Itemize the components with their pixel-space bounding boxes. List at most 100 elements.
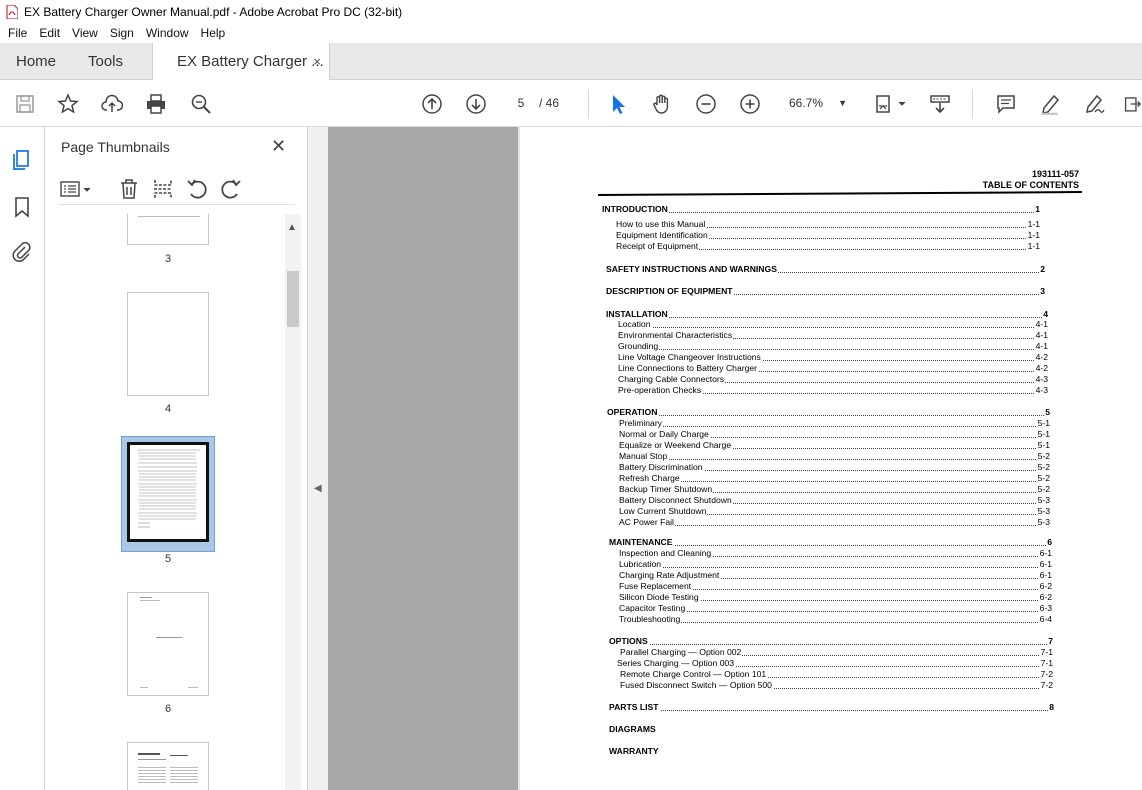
- toc-dot-leader: [609, 545, 1052, 546]
- toc-entry: Environmental Characteristics 4-1: [618, 330, 1048, 341]
- zoom-out-icon[interactable]: [693, 91, 719, 117]
- thumbnail-scrollbar[interactable]: ▲: [285, 214, 301, 790]
- close-tab-icon[interactable]: ×: [313, 54, 321, 69]
- zoom-in-icon[interactable]: [737, 91, 763, 117]
- rotate-counterclockwise-icon[interactable]: [185, 177, 209, 201]
- toc-entry: Lubrication 6-1: [619, 559, 1052, 570]
- prev-page-icon[interactable]: [419, 91, 445, 117]
- export-icon[interactable]: [1123, 91, 1142, 117]
- close-panel-icon[interactable]: ✕: [271, 136, 286, 157]
- thumbnail-toolbar: [59, 177, 295, 205]
- toc-entry-title: Battery Disconnect Shutdown: [619, 495, 733, 505]
- toc-page-number: 8: [1048, 702, 1054, 713]
- toc-entry: Remote Charge Control — Option 101 7-2: [620, 669, 1053, 680]
- page-thumbnail-3[interactable]: [127, 214, 209, 245]
- toc-entry-title: PARTS LIST: [609, 702, 660, 712]
- toc-entry-title: WARRANTY: [609, 746, 660, 756]
- upload-cloud-icon[interactable]: [99, 91, 125, 117]
- bookmarks-icon[interactable]: [10, 195, 34, 219]
- toc-entry-title: Preliminary: [619, 418, 663, 428]
- window-title: EX Battery Charger Owner Manual.pdf - Ad…: [24, 4, 403, 19]
- tab-home[interactable]: Home: [16, 43, 56, 80]
- page-thumbnail-4[interactable]: [127, 292, 209, 396]
- menu-window[interactable]: Window: [142, 26, 193, 40]
- toc-entry: Normal or Daily Charge 5-1: [619, 429, 1050, 440]
- toc-section-entry: DESCRIPTION OF EQUIPMENT 3: [606, 286, 1045, 297]
- toc-page-number: 4-1: [1034, 341, 1048, 352]
- delete-page-icon[interactable]: [117, 177, 141, 201]
- toc-entry-title: AC Power Fail: [619, 517, 675, 527]
- toc-page-number: 5-2: [1036, 484, 1050, 495]
- insert-page-icon[interactable]: [151, 177, 175, 201]
- scrollbar-thumb[interactable]: [287, 271, 299, 327]
- navigation-rail: [0, 127, 45, 790]
- toc-page-number: 4-2: [1034, 352, 1048, 363]
- page-thumbnail-5[interactable]: [127, 442, 209, 542]
- chevron-up-icon[interactable]: ▲: [287, 222, 297, 233]
- tab-document-label: EX Battery Charger ...: [177, 53, 324, 70]
- thumbnail-label: 6: [164, 703, 172, 715]
- toc-section-entry: PARTS LIST 8: [609, 702, 1054, 713]
- bookmark-star-icon[interactable]: [55, 91, 81, 117]
- sign-pen-icon[interactable]: [1081, 91, 1107, 117]
- select-cursor-icon[interactable]: [605, 91, 631, 117]
- document-number: 193111-057: [1031, 169, 1079, 179]
- highlight-pen-icon[interactable]: [1037, 91, 1063, 117]
- comment-icon[interactable]: [993, 91, 1019, 117]
- page-thumbnail-7[interactable]: [127, 742, 209, 790]
- zoom-level-select[interactable]: 66.7% ▼: [783, 92, 853, 114]
- zoom-search-icon[interactable]: [188, 91, 214, 117]
- toc-entry: Equalize or Weekend Charge 5-1: [619, 440, 1050, 451]
- menu-sign[interactable]: Sign: [106, 26, 138, 40]
- menu-view[interactable]: View: [68, 26, 102, 40]
- page-fit-icon[interactable]: [871, 91, 909, 117]
- toc-page-number: 7-1: [1039, 658, 1053, 669]
- page-thumbnails-icon[interactable]: [10, 148, 34, 172]
- toc-dot-leader: [607, 415, 1050, 416]
- tab-document[interactable]: EX Battery Charger ... ×: [152, 43, 330, 80]
- toc-entry: Backup Timer Shutdown 5-2: [619, 484, 1050, 495]
- scroll-mode-icon[interactable]: [927, 91, 953, 117]
- menu-help[interactable]: Help: [197, 26, 230, 40]
- toc-entry: Pre-operation Checks 4-3: [618, 385, 1048, 396]
- heading-rule: [597, 191, 1082, 196]
- panel-collapse-handle[interactable]: ◀: [308, 127, 328, 790]
- toc-page-number: 4-1: [1034, 319, 1048, 330]
- toc-entry-title: DESCRIPTION OF EQUIPMENT: [606, 286, 734, 296]
- tab-tools[interactable]: Tools: [88, 43, 123, 80]
- toc-page-number: 5-1: [1036, 418, 1050, 429]
- pdf-page[interactable]: 193111-057 TABLE OF CONTENTS INTRODUCTIO…: [520, 127, 1142, 790]
- title-bar: EX Battery Charger Owner Manual.pdf - Ad…: [0, 0, 1142, 23]
- acrobat-app-icon: [6, 4, 18, 19]
- toc-page-number: 6-4: [1038, 614, 1052, 625]
- hand-tool-icon[interactable]: [649, 91, 675, 117]
- toc-page-number: 7-2: [1039, 669, 1053, 680]
- save-icon[interactable]: [12, 91, 38, 117]
- toc-page-number: 3: [1039, 286, 1045, 297]
- toc-entry: Charging Rate Adjustment 6-1: [619, 570, 1052, 581]
- toc-entry-title: Equipment Identification: [616, 230, 709, 240]
- next-page-icon[interactable]: [463, 91, 489, 117]
- toc-page-number: 5: [1044, 407, 1050, 418]
- toc-entry: Battery Disconnect Shutdown 5-3: [619, 495, 1050, 506]
- rotate-clockwise-icon[interactable]: [219, 177, 243, 201]
- toc-entry-title: Equalize or Weekend Charge: [619, 440, 733, 450]
- toc-entry-title: Remote Charge Control — Option 101: [620, 669, 768, 679]
- toc-entry: Line Voltage Changeover Instructions 4-2: [618, 352, 1048, 363]
- page-thumbnail-6[interactable]: [127, 592, 209, 696]
- tab-bar: Home Tools EX Battery Charger ... ×: [0, 43, 1142, 80]
- thumbnail-options-menu-icon[interactable]: [59, 177, 93, 201]
- toc-section-entry: DIAGRAMS: [609, 724, 809, 735]
- toc-entry: Battery Discrimination 5-2: [619, 462, 1050, 473]
- toc-page-number: 4-3: [1034, 385, 1048, 396]
- menu-edit[interactable]: Edit: [35, 26, 64, 40]
- toc-entry-title: MAINTENANCE: [609, 537, 674, 547]
- toc-entry-title: OPERATION: [607, 407, 659, 417]
- attachments-icon[interactable]: [10, 240, 34, 264]
- page-number-input[interactable]: 5: [506, 92, 536, 114]
- toc-entry-title: Parallel Charging — Option 002: [620, 647, 743, 657]
- chevron-left-icon[interactable]: ◀: [314, 483, 322, 494]
- toc-entry: Capacitor Testing 6-3: [619, 603, 1052, 614]
- print-icon[interactable]: [143, 91, 169, 117]
- menu-file[interactable]: File: [4, 26, 31, 40]
